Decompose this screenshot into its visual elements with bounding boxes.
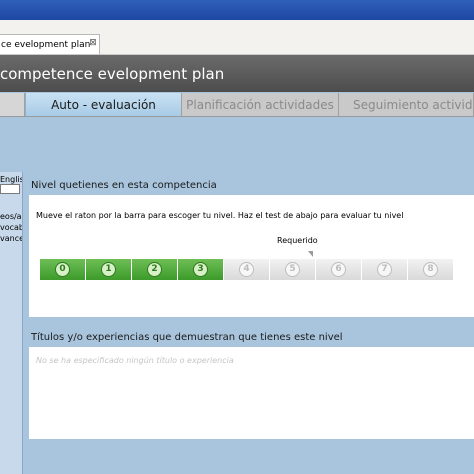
page-title: competence evelopment plan [0,65,225,83]
window-title-bar [0,0,474,20]
titles-panel[interactable]: No se ha especificado ningún título o ex… [29,347,474,439]
level-section-header: Nivel quetienes en esta competencia [29,178,474,194]
level-segment[interactable]: 5 [270,259,315,280]
level-segment[interactable]: 7 [362,259,407,280]
editor-tab-label: ce evelopment plan [1,39,91,50]
close-icon[interactable]: ⊠ [88,38,98,48]
level-segment[interactable]: 3 [178,259,223,280]
list-item[interactable]: vance [0,234,22,243]
level-segment[interactable]: 1 [86,259,131,280]
list-item[interactable]: eos/a [0,212,22,221]
tab-auto-evaluacion[interactable]: Auto - evaluación [25,93,182,116]
header-bar: competence evelopment plan [0,55,474,92]
tab-seguimiento-label: Seguimiento actividades [353,97,473,112]
required-level-label: Requerido [277,236,318,245]
required-level-marker [308,251,313,257]
tab-planificacion-label: Planificación actividades [186,97,334,112]
level-number: 7 [377,262,392,277]
editor-tab[interactable]: ce evelopment plan ⊠ [0,34,100,54]
level-number: 3 [193,262,208,277]
level-number: 2 [147,262,162,277]
level-number: 8 [423,262,438,277]
titles-section-header: Títulos y/o experiencias que demuestran … [29,330,474,346]
level-number: 0 [55,262,70,277]
level-number: 5 [285,262,300,277]
list-item[interactable]: vocab [0,223,22,232]
level-selector-bar[interactable]: 0 1 2 3 4 5 6 7 8 [40,259,454,280]
level-segment[interactable]: 4 [224,259,269,280]
level-segment[interactable]: 8 [408,259,453,280]
level-segment[interactable]: 2 [132,259,177,280]
level-segment[interactable]: 0 [40,259,85,280]
empty-titles-message: No se ha especificado ningún título o ex… [36,356,234,365]
level-instruction: Mueve el raton por la barra para escoger… [36,211,404,220]
level-number: 4 [239,262,254,277]
level-segment[interactable]: 6 [316,259,361,280]
level-number: 1 [101,262,116,277]
tab-seguimiento-actividades[interactable]: Seguimiento actividades [339,93,474,116]
tab-auto-evaluacion-label: Auto - evaluación [51,97,156,112]
tab-planificacion-actividades[interactable]: Planificación actividades [182,93,339,116]
editor-tab-strip: ce evelopment plan ⊠ [0,20,474,55]
tab-overview[interactable] [0,93,25,116]
level-panel: Mueve el raton por la barra para escoger… [29,195,474,317]
level-number: 6 [331,262,346,277]
section-tabs: Auto - evaluación Planificación activida… [0,93,474,117]
language-label: Englis [0,175,22,184]
competence-list-panel: Englis eos/a vocab vance [0,172,23,474]
language-dropdown[interactable] [0,184,20,194]
